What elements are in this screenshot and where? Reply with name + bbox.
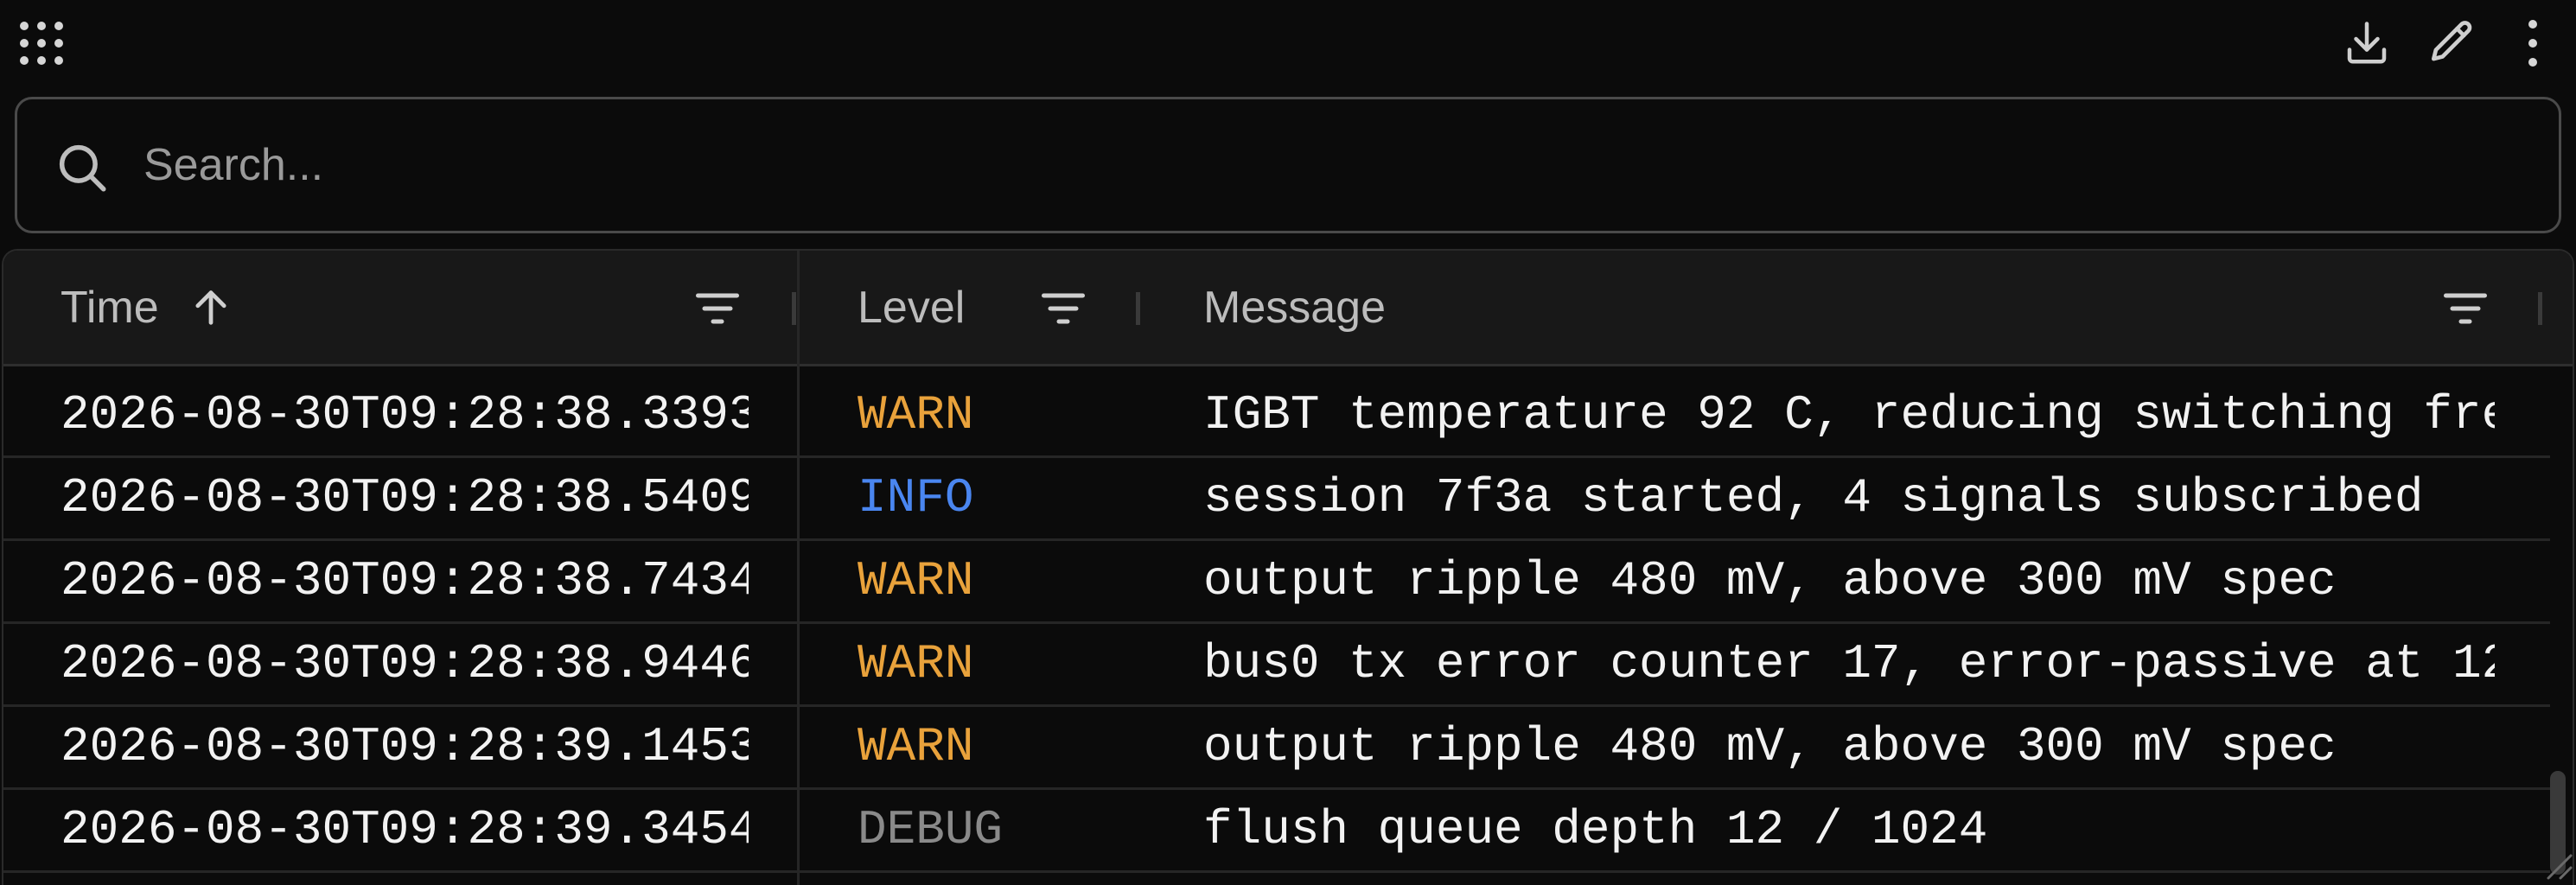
toolbar xyxy=(0,0,2576,86)
pencil-icon xyxy=(2432,21,2472,61)
table-header: Time Level Message xyxy=(3,251,2573,366)
table-row[interactable]: 2026-08-30T09:28:38.9446 WARN bus0 tx er… xyxy=(3,624,2550,707)
time-cell: 2026-08-30T09:28:38.5409 xyxy=(61,470,749,525)
vertical-scrollbar[interactable] xyxy=(2545,366,2571,885)
filter-icon[interactable] xyxy=(1037,283,1089,334)
message-cell: bus0 tx error counter 17, error-passive … xyxy=(1203,636,2495,691)
edit-button[interactable] xyxy=(2420,12,2483,74)
message-cell: IGBT temperature 92 C, reducing switchin… xyxy=(1203,387,2495,442)
column-header-message[interactable]: Message xyxy=(1203,251,1386,364)
table-row[interactable]: 2026-08-30T09:28:39.1453 WARN output rip… xyxy=(3,707,2550,790)
table-row[interactable]: 2026-08-30T09:28:39.3454 DEBUG flush que… xyxy=(3,790,2550,873)
table-body: 2026-08-30T09:28:38.3393 WARN IGBT tempe… xyxy=(3,366,2573,885)
arrow-up-icon[interactable] xyxy=(188,285,233,330)
column-resize-handle[interactable] xyxy=(1136,292,1140,325)
table-row[interactable]: 2026-08-30T09:28:38.5409 INFO session 7f… xyxy=(3,458,2550,541)
level-cell: INFO xyxy=(858,470,974,525)
time-cell: 2026-08-30T09:28:39.3454 xyxy=(61,802,749,857)
message-cell: session 7f3a started, 4 signals subscrib… xyxy=(1203,470,2424,525)
time-cell: 2026-08-30T09:28:38.7434 xyxy=(61,553,749,608)
table-row[interactable]: 2026-08-30T09:28:38.3393 WARN IGBT tempe… xyxy=(3,375,2550,458)
table-row[interactable]: 2026-08-30T09:28:38.7434 WARN output rip… xyxy=(3,541,2550,624)
level-cell: WARN xyxy=(858,636,974,691)
time-cell: 2026-08-30T09:28:39.1453 xyxy=(61,719,749,774)
message-cell: output ripple 480 mV, above 300 mV spec xyxy=(1203,553,2337,608)
log-table: Time Level Message 2026-08-30T09:28:38.3… xyxy=(2,249,2574,885)
download-button[interactable] xyxy=(2336,12,2398,74)
level-cell: WARN xyxy=(858,719,974,774)
column-label: Time xyxy=(61,282,159,333)
column-label: Message xyxy=(1203,282,1386,333)
grip-dots-icon[interactable] xyxy=(17,19,66,67)
message-cell: flush queue depth 12 / 1024 xyxy=(1203,802,1988,857)
search-input[interactable] xyxy=(143,99,2529,231)
more-options-button[interactable] xyxy=(2507,12,2559,74)
search-box xyxy=(15,97,2561,233)
message-cell: output ripple 480 mV, above 300 mV spec xyxy=(1203,719,2337,774)
time-cell: 2026-08-30T09:28:38.3393 xyxy=(61,387,749,442)
column-header-time[interactable]: Time xyxy=(61,251,233,364)
resize-handle-icon[interactable] xyxy=(2540,847,2574,882)
download-icon xyxy=(2347,22,2387,64)
filter-icon[interactable] xyxy=(2439,283,2491,334)
level-cell: WARN xyxy=(858,387,974,442)
column-resize-handle[interactable] xyxy=(792,292,796,325)
filter-icon[interactable] xyxy=(692,283,743,334)
column-header-level[interactable]: Level xyxy=(858,251,965,364)
column-resize-handle[interactable] xyxy=(2538,292,2542,325)
more-vertical-icon xyxy=(2528,20,2537,67)
time-cell: 2026-08-30T09:28:38.9446 xyxy=(61,636,749,691)
level-cell: WARN xyxy=(858,553,974,608)
column-label: Level xyxy=(858,282,966,333)
search-icon xyxy=(59,144,106,192)
level-cell: DEBUG xyxy=(858,802,1004,857)
